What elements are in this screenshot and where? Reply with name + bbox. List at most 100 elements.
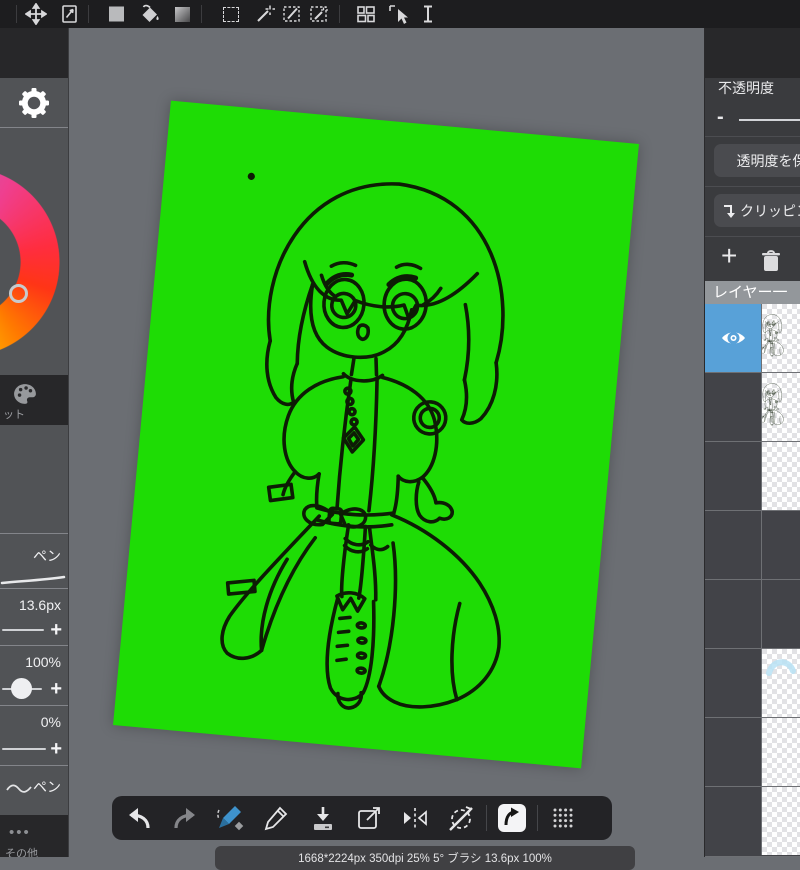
gradient-swatch-icon[interactable] — [171, 3, 193, 25]
layer-opacity-label: 不透明度 — [718, 78, 774, 98]
cursor-select-icon[interactable] — [387, 3, 409, 25]
layer-row[interactable] — [705, 304, 800, 373]
layer-visibility-toggle[interactable] — [705, 373, 762, 441]
layer-thumbnail[interactable] — [762, 373, 800, 441]
save-download-button[interactable] — [300, 796, 346, 840]
brush-preview-section: › — [0, 425, 68, 533]
toolbar-divider — [486, 805, 487, 831]
layer-thumbnail[interactable] — [762, 787, 800, 855]
brush-size-value: 13.6px — [19, 597, 61, 613]
preserve-alpha-label: 透明度を保 — [737, 151, 800, 171]
reset-rotation-button[interactable] — [438, 796, 484, 840]
color-wheel-selector[interactable] — [9, 284, 28, 303]
undo-button[interactable] — [116, 796, 162, 840]
layer-row[interactable] — [705, 580, 800, 649]
toolbar-divider — [339, 5, 340, 23]
layer-panel-top-spacer — [705, 28, 800, 78]
layer-thumbnail[interactable] — [762, 442, 800, 510]
layer-visibility-toggle[interactable] — [705, 649, 762, 717]
magic-wand-icon[interactable] — [254, 3, 276, 25]
min-width-plus-button[interactable]: + — [50, 743, 62, 755]
layer-row[interactable] — [705, 442, 800, 511]
layer-row[interactable] — [705, 511, 800, 580]
brush-type-section[interactable]: ペン — [0, 765, 68, 816]
layer-opacity-slider[interactable] — [739, 119, 800, 121]
sidebar-top-spacer — [0, 28, 68, 78]
more-section[interactable]: ••• その他 — [0, 815, 68, 857]
drawing-canvas[interactable] — [113, 101, 639, 769]
chibi-lineart — [113, 101, 639, 769]
layer-thumbnail[interactable] — [762, 718, 800, 786]
toolbar-divider — [537, 805, 538, 831]
gear-icon[interactable] — [19, 88, 49, 123]
divide-layout-icon[interactable] — [355, 3, 377, 25]
min-width-value: 0% — [41, 714, 61, 730]
palette-tab[interactable]: ット — [0, 375, 68, 425]
panel-separator — [705, 186, 800, 187]
layer-thumbnail[interactable] — [762, 304, 800, 372]
wand-select-icon[interactable] — [308, 3, 330, 25]
brush-opacity-section: 100% + — [0, 645, 68, 706]
export-button[interactable] — [346, 796, 392, 840]
color-wheel[interactable] — [0, 167, 60, 357]
clipping-label: クリッピン — [740, 201, 800, 221]
brush-type-label: ペン — [33, 777, 61, 797]
layer-row[interactable] — [705, 649, 800, 718]
clipping-button[interactable]: クリッピン — [714, 194, 800, 227]
brush-name-label: ペン — [33, 546, 61, 566]
material-panel-button[interactable] — [489, 796, 535, 840]
brush-opacity-value: 100% — [25, 654, 61, 670]
text-tool-icon[interactable] — [417, 3, 439, 25]
grid-panel-button[interactable] — [540, 796, 586, 840]
trash-icon — [761, 250, 781, 272]
layer-row[interactable] — [705, 373, 800, 442]
delete-layer-button[interactable] — [761, 250, 781, 277]
layer-row[interactable] — [705, 787, 800, 857]
toolbar-divider — [88, 5, 89, 23]
layer-visibility-toggle[interactable] — [705, 511, 762, 579]
rect-select-icon[interactable] — [220, 3, 242, 25]
add-layer-button[interactable]: + — [721, 240, 737, 272]
layer-opacity-minus[interactable]: - — [717, 106, 724, 129]
layer-thumbnail[interactable] — [762, 649, 800, 717]
min-width-section: 0% + — [0, 705, 68, 766]
brush-opacity-knob[interactable] — [11, 678, 32, 699]
clipping-arrow-icon — [722, 204, 735, 218]
status-bar: 1668*2224px 350dpi 25% 5° ブラシ 13.6px 100… — [215, 846, 635, 870]
preserve-alpha-button[interactable]: 透明度を保 — [714, 144, 800, 177]
palette-tab-label: ット — [3, 406, 25, 422]
layer-thumbnail[interactable] — [762, 511, 800, 579]
move-tool-icon[interactable] — [25, 3, 47, 25]
layer-visibility-toggle[interactable] — [705, 304, 762, 372]
layer-visibility-toggle[interactable] — [705, 787, 762, 855]
layer-visibility-toggle[interactable] — [705, 442, 762, 510]
layer-thumbnail[interactable] — [762, 580, 800, 648]
brush-tool-button[interactable] — [208, 796, 254, 840]
layer-row[interactable] — [705, 718, 800, 787]
layer-visibility-toggle[interactable] — [705, 718, 762, 786]
brush-size-section: 13.6px + — [0, 588, 68, 646]
others-label: その他 — [5, 845, 38, 857]
pen-tool-button[interactable] — [254, 796, 300, 840]
brush-opacity-plus-button[interactable]: + — [50, 683, 62, 695]
toolbar-divider — [16, 5, 17, 23]
brush-size-slider[interactable] — [2, 629, 44, 631]
color-swatch-icon[interactable] — [105, 3, 127, 25]
canvas-workspace[interactable] — [68, 28, 705, 857]
redo-button[interactable] — [162, 796, 208, 840]
paste-transform-icon[interactable] — [58, 3, 80, 25]
flip-horizontal-button[interactable] — [392, 796, 438, 840]
panel-separator — [705, 236, 800, 237]
min-width-slider[interactable] — [2, 748, 46, 750]
toolbar-divider — [201, 5, 202, 23]
settings-section — [0, 78, 68, 128]
lasso-pen-select-icon[interactable] — [281, 3, 303, 25]
color-wheel-section — [0, 127, 68, 375]
paint-bucket-icon[interactable] — [138, 3, 160, 25]
brush-name-section[interactable]: ペン — [0, 533, 68, 589]
brush-size-plus-button[interactable]: + — [50, 624, 62, 636]
more-dots-icon[interactable]: ••• — [9, 824, 31, 841]
eye-icon — [720, 328, 747, 348]
layer-visibility-toggle[interactable] — [705, 580, 762, 648]
panel-separator — [705, 136, 800, 137]
